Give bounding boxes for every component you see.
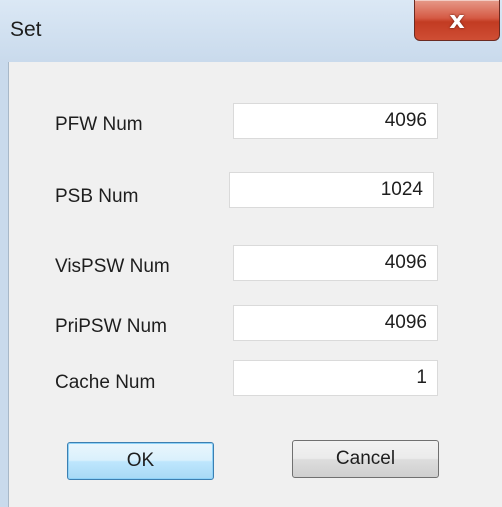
psb-num-label: PSB Num: [55, 186, 139, 207]
pfw-num-field[interactable]: 4096: [233, 103, 438, 139]
title-bar[interactable]: Set x: [0, 0, 502, 62]
vispsw-num-label: VisPSW Num: [55, 256, 170, 277]
psb-num-field[interactable]: 1024: [229, 172, 434, 208]
dialog-client-area: PFW Num 4096 PSB Num 1024 VisPSW Num 409…: [9, 62, 502, 507]
window-frame-left: [0, 62, 9, 507]
cancel-button[interactable]: Cancel: [292, 440, 439, 478]
ok-button[interactable]: OK: [67, 442, 214, 480]
cache-num-label: Cache Num: [55, 372, 156, 393]
set-dialog: Set x PFW Num 4096 PSB Num 1024 VisPSW N…: [0, 0, 502, 507]
vispsw-num-field[interactable]: 4096: [233, 245, 438, 281]
window-title: Set: [10, 18, 42, 41]
close-icon: x: [449, 6, 465, 34]
pripsw-num-field[interactable]: 4096: [233, 305, 438, 341]
close-button[interactable]: x: [414, 0, 500, 41]
pfw-num-label: PFW Num: [55, 114, 143, 135]
cache-num-field[interactable]: 1: [233, 360, 438, 396]
pripsw-num-label: PriPSW Num: [55, 316, 167, 337]
